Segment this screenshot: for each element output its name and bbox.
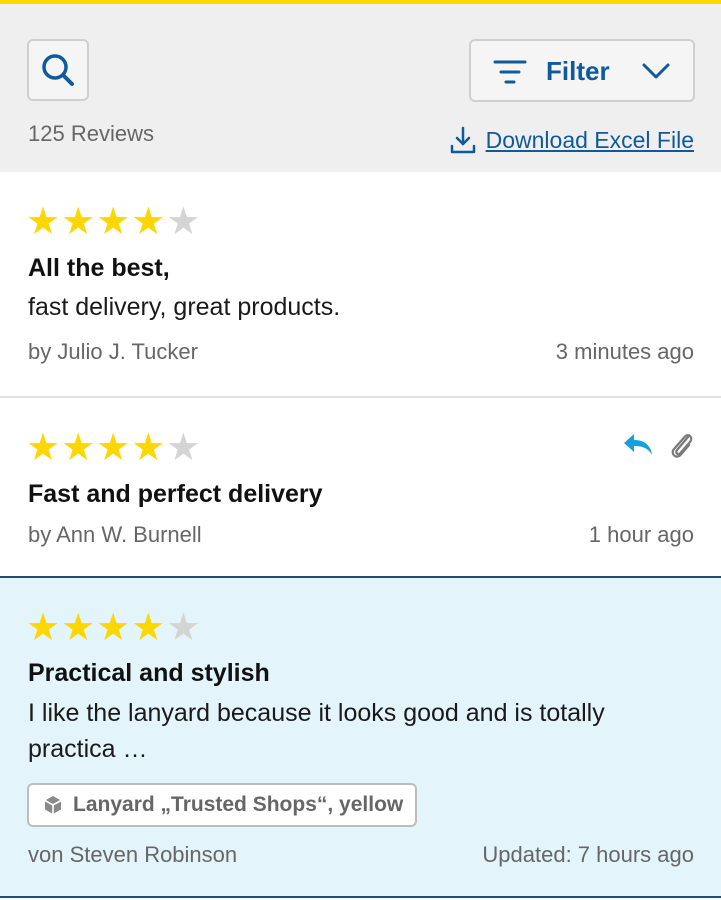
review-body: fast delivery, great products.: [28, 293, 341, 321]
star-empty-icon: ★: [166, 427, 201, 469]
star-rating: ★ ★ ★ ★ ★: [26, 609, 200, 647]
star-filled-icon: ★: [61, 201, 96, 243]
product-tag-label: Lanyard „Trusted Shops“, yellow: [73, 793, 404, 816]
review-title: Practical and stylish: [28, 659, 270, 687]
star-empty-icon: ★: [166, 201, 201, 243]
review-card-highlighted[interactable]: ★ ★ ★ ★ ★ Practical and stylish I like t…: [0, 578, 721, 898]
review-author: von Steven Robinson: [28, 842, 238, 867]
star-filled-icon: ★: [96, 201, 131, 243]
star-filled-icon: ★: [131, 607, 166, 649]
star-rating: ★ ★ ★ ★ ★: [26, 203, 200, 241]
download-excel-link[interactable]: Download Excel File: [450, 125, 694, 155]
star-filled-icon: ★: [26, 607, 61, 649]
review-author: by Ann W. Burnell: [28, 522, 202, 547]
star-filled-icon: ★: [61, 607, 96, 649]
review-title: All the best,: [28, 254, 170, 282]
review-count: 125 Reviews: [28, 121, 154, 146]
review-status-icons: [622, 428, 694, 460]
review-title: Fast and perfect delivery: [28, 480, 323, 508]
star-filled-icon: ★: [26, 427, 61, 469]
package-icon: [44, 796, 62, 814]
download-excel-label: Download Excel File: [485, 126, 694, 153]
star-filled-icon: ★: [131, 201, 166, 243]
star-filled-icon: ★: [96, 427, 131, 469]
reviews-header: Filter 125 Reviews Download Excel File: [0, 4, 721, 172]
download-icon: [450, 126, 475, 154]
filter-lines-icon: [493, 60, 527, 84]
star-filled-icon: ★: [61, 427, 96, 469]
star-rating: ★ ★ ★ ★ ★: [26, 429, 200, 467]
review-body: I like the lanyard because it looks good…: [28, 699, 605, 763]
search-button[interactable]: [27, 39, 89, 101]
product-tag[interactable]: Lanyard „Trusted Shops“, yellow: [27, 783, 418, 827]
star-filled-icon: ★: [96, 607, 131, 649]
reply-icon: [624, 434, 652, 455]
star-filled-icon: ★: [26, 201, 61, 243]
chevron-down-icon: [642, 63, 670, 79]
review-author: by Julio J. Tucker: [28, 339, 198, 364]
review-card[interactable]: ★ ★ ★ ★ ★ Fast and perfect delivery by A…: [0, 398, 721, 578]
review-time: 3 minutes ago: [555, 339, 694, 364]
star-empty-icon: ★: [166, 607, 201, 649]
filter-dropdown[interactable]: Filter: [469, 39, 695, 102]
star-filled-icon: ★: [131, 427, 166, 469]
search-icon: [42, 54, 74, 86]
filter-label: Filter: [546, 56, 610, 86]
review-time: 1 hour ago: [588, 522, 694, 547]
review-card[interactable]: ★ ★ ★ ★ ★ All the best, fast delivery, g…: [0, 172, 721, 398]
attachment-icon: [671, 434, 693, 458]
review-time: Updated: 7 hours ago: [482, 842, 694, 867]
